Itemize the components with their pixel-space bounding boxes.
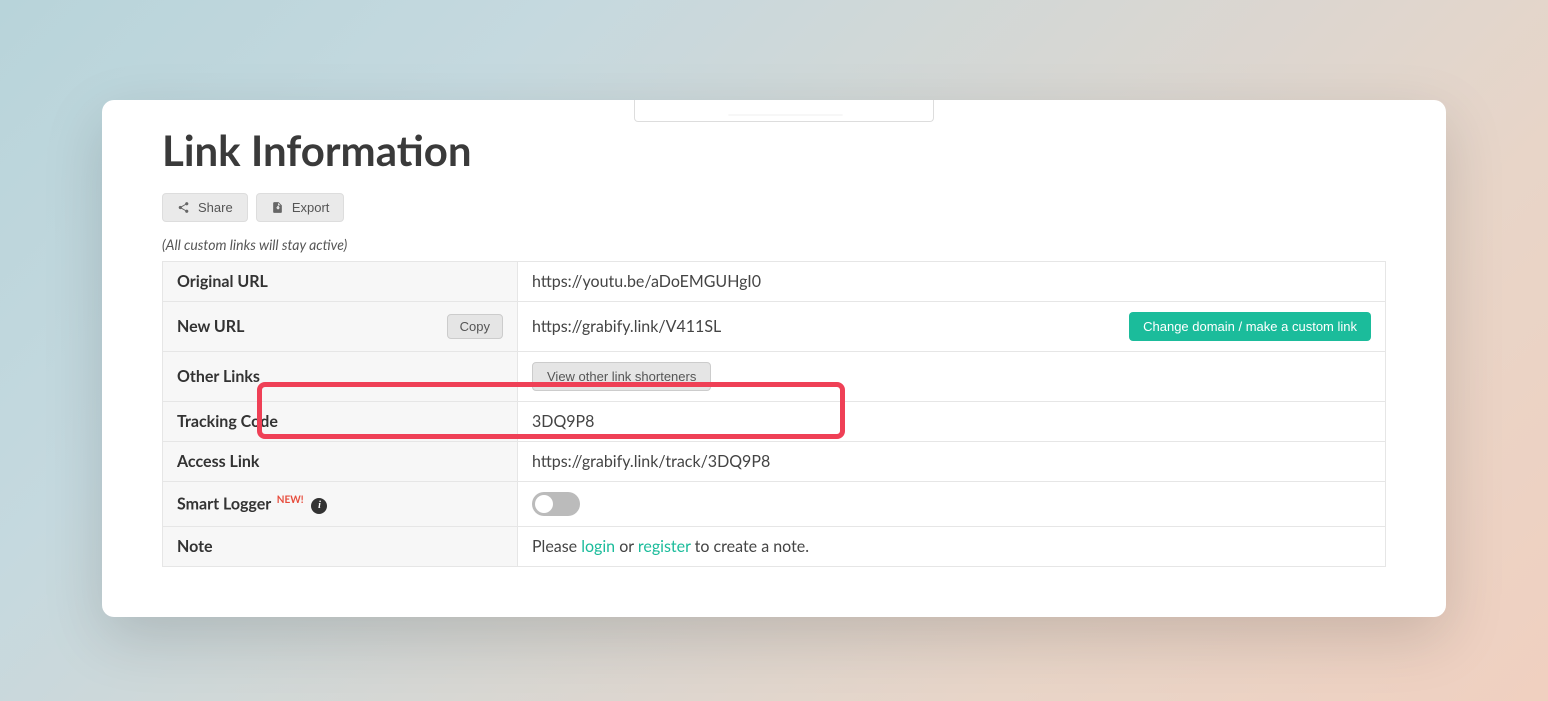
label-original-url: Original URL <box>163 262 518 302</box>
new-url-label-text: New URL <box>177 317 244 336</box>
note-or: or <box>615 537 638 556</box>
row-note: Note Please login or register to create … <box>163 527 1386 567</box>
info-icon[interactable]: i <box>311 498 327 514</box>
login-link[interactable]: login <box>581 537 615 556</box>
link-info-card: Link Information Share Export (All custo… <box>102 100 1446 617</box>
row-original-url: Original URL https://youtu.be/aDoEMGUHgI… <box>163 262 1386 302</box>
smart-logger-text: Smart Logger <box>177 495 271 514</box>
value-other-links: View other link shorteners <box>518 352 1386 402</box>
register-link[interactable]: register <box>638 537 691 556</box>
view-shorteners-button[interactable]: View other link shorteners <box>532 362 711 391</box>
note-suffix: to create a note. <box>691 537 809 556</box>
row-tracking-code: Tracking Code 3DQ9P8 <box>163 402 1386 442</box>
label-new-url: New URL Copy <box>163 302 518 352</box>
share-button[interactable]: Share <box>162 193 248 222</box>
label-smart-logger: Smart Logger NEW! i <box>163 482 518 527</box>
value-new-url: https://grabify.link/V411SL Change domai… <box>518 302 1386 352</box>
row-other-links: Other Links View other link shorteners <box>163 352 1386 402</box>
label-tracking-code: Tracking Code <box>163 402 518 442</box>
export-label: Export <box>292 200 330 215</box>
export-icon <box>271 201 284 214</box>
row-smart-logger: Smart Logger NEW! i <box>163 482 1386 527</box>
new-badge: NEW! <box>277 494 304 506</box>
custom-links-note: (All custom links will stay active) <box>162 236 1386 253</box>
change-domain-button[interactable]: Change domain / make a custom link <box>1129 312 1371 341</box>
value-note: Please login or register to create a not… <box>518 527 1386 567</box>
row-new-url: New URL Copy https://grabify.link/V411SL… <box>163 302 1386 352</box>
export-button[interactable]: Export <box>256 193 345 222</box>
note-prefix: Please <box>532 537 581 556</box>
share-icon <box>177 201 190 214</box>
value-access-link: https://grabify.link/track/3DQ9P8 <box>518 442 1386 482</box>
smart-logger-toggle[interactable] <box>532 492 580 516</box>
row-access-link: Access Link https://grabify.link/track/3… <box>163 442 1386 482</box>
label-other-links: Other Links <box>163 352 518 402</box>
value-original-url: https://youtu.be/aDoEMGUHgI0 <box>518 262 1386 302</box>
value-tracking-code: 3DQ9P8 <box>518 402 1386 442</box>
link-info-table: Original URL https://youtu.be/aDoEMGUHgI… <box>162 261 1386 567</box>
label-access-link: Access Link <box>163 442 518 482</box>
label-note: Note <box>163 527 518 567</box>
page-title: Link Information <box>162 125 1386 175</box>
value-smart-logger <box>518 482 1386 527</box>
new-url-text: https://grabify.link/V411SL <box>532 317 721 336</box>
action-buttons: Share Export <box>162 193 1386 222</box>
share-label: Share <box>198 200 233 215</box>
copy-button[interactable]: Copy <box>447 314 503 339</box>
top-inset-box <box>634 100 934 122</box>
